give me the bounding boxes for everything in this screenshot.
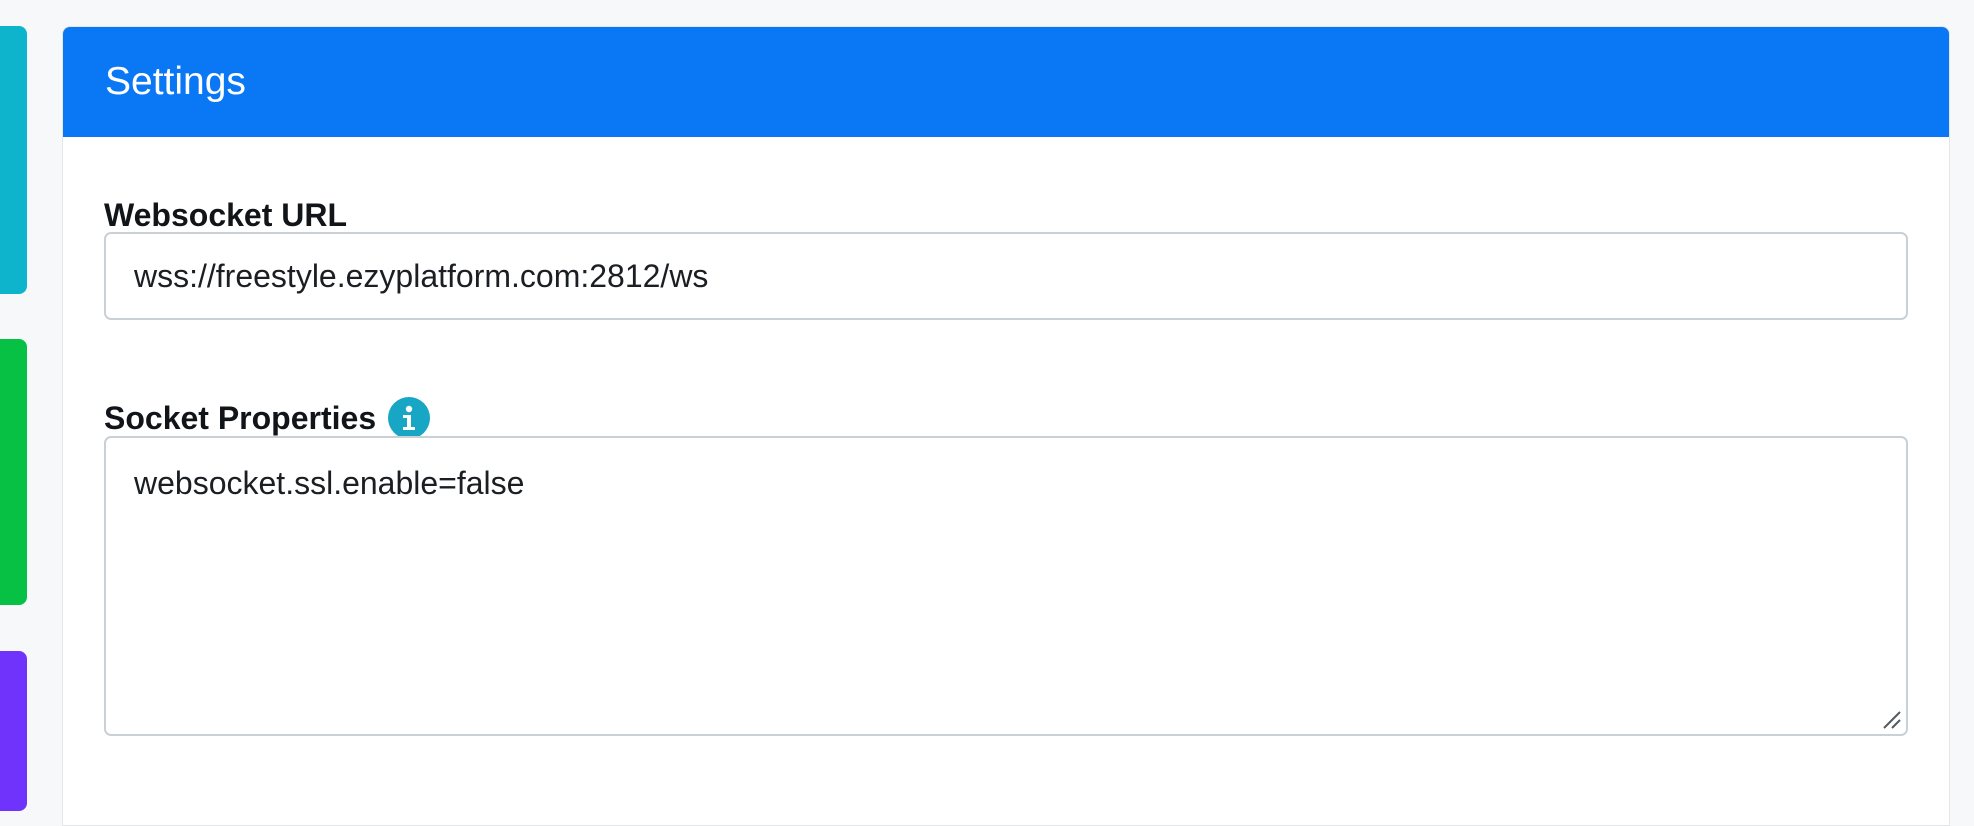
- side-card-cyan: [0, 26, 27, 294]
- websocket-url-input[interactable]: [104, 232, 1908, 320]
- panel-title: Settings: [105, 60, 246, 103]
- side-card-green: [0, 339, 27, 605]
- socket-properties-textarea[interactable]: websocket.ssl.enable=false: [104, 436, 1908, 736]
- panel-header: Settings: [63, 27, 1949, 137]
- info-icon[interactable]: [388, 397, 431, 439]
- websocket-url-label-text: Websocket URL: [104, 196, 348, 233]
- resize-grip-icon[interactable]: [1878, 706, 1902, 730]
- side-card-purple: [0, 651, 27, 811]
- socket-properties-label-text: Socket Properties: [104, 399, 377, 436]
